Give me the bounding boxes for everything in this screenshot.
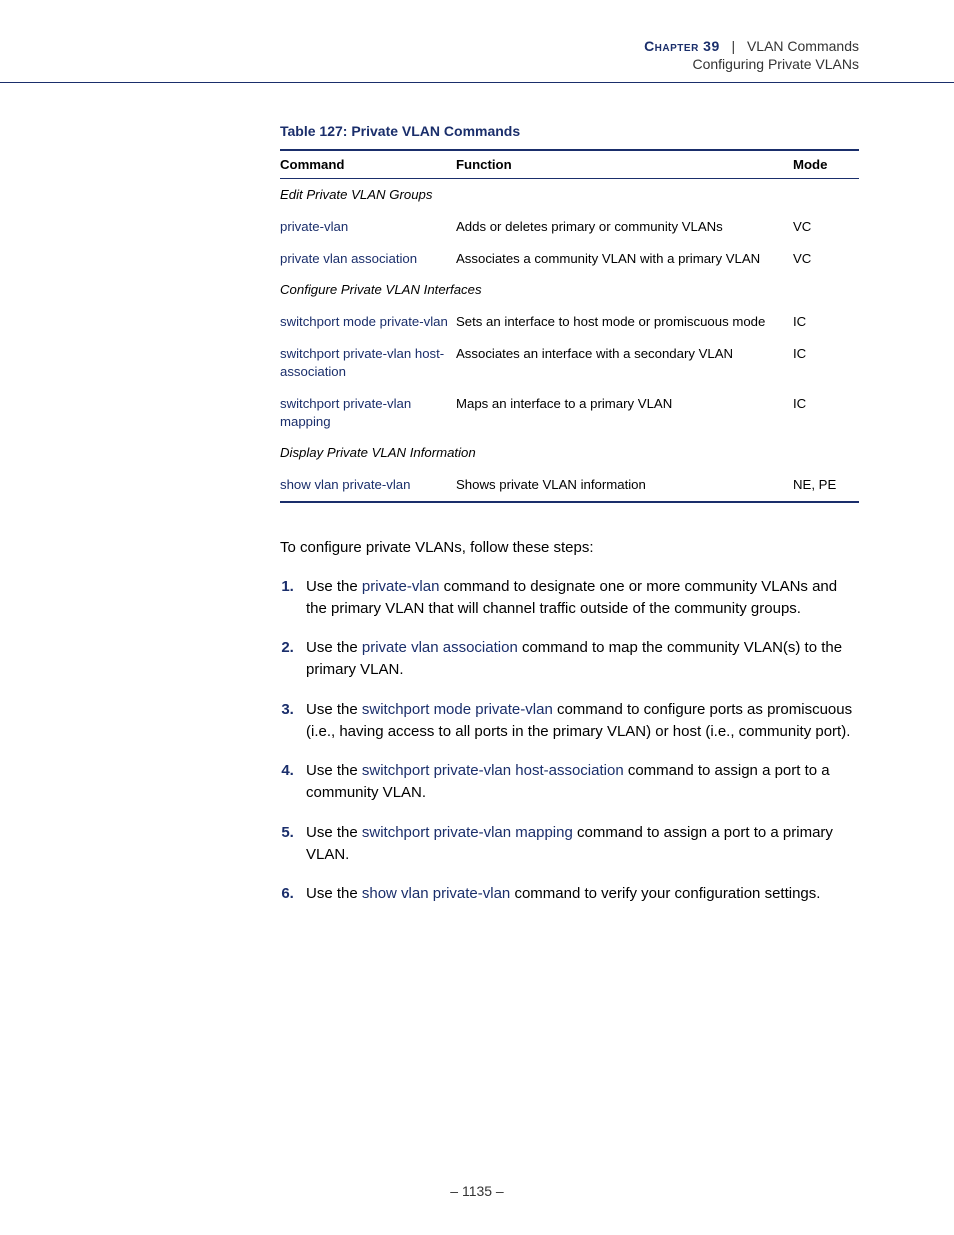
page-header: Chapter 39 | VLAN Commands Configuring P…	[0, 0, 954, 72]
step-link[interactable]: private vlan association	[362, 639, 518, 656]
step-text-pre: Use the	[306, 639, 362, 656]
section-title: Configuring Private VLANs	[0, 56, 859, 72]
table-row: switchport mode private-vlan Sets an int…	[280, 306, 859, 338]
step-link[interactable]: private-vlan	[362, 578, 440, 595]
table-section-row: Display Private VLAN Information	[280, 437, 859, 469]
table-row: switchport private-vlan host-association…	[280, 338, 859, 388]
step-link[interactable]: switchport private-vlan host-association	[362, 762, 624, 779]
col-header-command: Command	[280, 150, 456, 179]
chapter-label: Chapter 39	[644, 38, 720, 54]
table-section-row: Edit Private VLAN Groups	[280, 179, 859, 211]
intro-text: To configure private VLANs, follow these…	[280, 537, 859, 558]
command-link[interactable]: show vlan private-vlan	[280, 477, 410, 492]
chapter-title: VLAN Commands	[747, 38, 859, 54]
mode-cell: NE, PE	[793, 469, 859, 502]
list-item: Use the show vlan private-vlan command t…	[298, 883, 859, 905]
list-item: Use the switchport mode private-vlan com…	[298, 699, 859, 743]
header-line-1: Chapter 39 | VLAN Commands	[0, 38, 859, 54]
function-cell: Sets an interface to host mode or promis…	[456, 306, 793, 338]
function-cell: Associates an interface with a secondary…	[456, 338, 793, 388]
table-section-label: Edit Private VLAN Groups	[280, 179, 859, 211]
command-link[interactable]: private vlan association	[280, 251, 417, 266]
function-cell: Adds or deletes primary or community VLA…	[456, 211, 793, 243]
step-text-pre: Use the	[306, 762, 362, 779]
mode-cell: VC	[793, 211, 859, 243]
table-row: private-vlan Adds or deletes primary or …	[280, 211, 859, 243]
step-link[interactable]: show vlan private-vlan	[362, 885, 510, 902]
command-link[interactable]: private-vlan	[280, 219, 348, 234]
table-title: Table 127: Private VLAN Commands	[280, 123, 859, 139]
command-link[interactable]: switchport private-vlan mapping	[280, 396, 411, 429]
list-item: Use the private vlan association command…	[298, 637, 859, 681]
function-cell: Maps an interface to a primary VLAN	[456, 388, 793, 438]
steps-list: Use the private-vlan command to designat…	[280, 576, 859, 905]
mode-cell: IC	[793, 306, 859, 338]
step-text-post: command to verify your configuration set…	[510, 885, 820, 902]
step-text-pre: Use the	[306, 824, 362, 841]
table-header-row: Command Function Mode	[280, 150, 859, 179]
table-section-row: Configure Private VLAN Interfaces	[280, 274, 859, 306]
commands-table: Command Function Mode Edit Private VLAN …	[280, 149, 859, 503]
function-cell: Associates a community VLAN with a prima…	[456, 243, 793, 275]
function-cell: Shows private VLAN information	[456, 469, 793, 502]
content-area: Table 127: Private VLAN Commands Command…	[0, 83, 954, 905]
step-text-pre: Use the	[306, 885, 362, 902]
step-link[interactable]: switchport private-vlan mapping	[362, 824, 573, 841]
command-link[interactable]: switchport private-vlan host-association	[280, 346, 444, 379]
list-item: Use the switchport private-vlan host-ass…	[298, 760, 859, 804]
col-header-function: Function	[456, 150, 793, 179]
table-row: show vlan private-vlan Shows private VLA…	[280, 469, 859, 502]
table-section-label: Display Private VLAN Information	[280, 437, 859, 469]
step-text-pre: Use the	[306, 701, 362, 718]
page-number: – 1135 –	[0, 1183, 954, 1199]
list-item: Use the switchport private-vlan mapping …	[298, 822, 859, 866]
table-row: private vlan association Associates a co…	[280, 243, 859, 275]
table-section-label: Configure Private VLAN Interfaces	[280, 274, 859, 306]
mode-cell: VC	[793, 243, 859, 275]
table-row: switchport private-vlan mapping Maps an …	[280, 388, 859, 438]
step-link[interactable]: switchport mode private-vlan	[362, 701, 553, 718]
divider-bar: |	[728, 38, 739, 54]
step-text-pre: Use the	[306, 578, 362, 595]
col-header-mode: Mode	[793, 150, 859, 179]
command-link[interactable]: switchport mode private-vlan	[280, 314, 448, 329]
document-page: Chapter 39 | VLAN Commands Configuring P…	[0, 0, 954, 1235]
list-item: Use the private-vlan command to designat…	[298, 576, 859, 620]
mode-cell: IC	[793, 338, 859, 388]
mode-cell: IC	[793, 388, 859, 438]
